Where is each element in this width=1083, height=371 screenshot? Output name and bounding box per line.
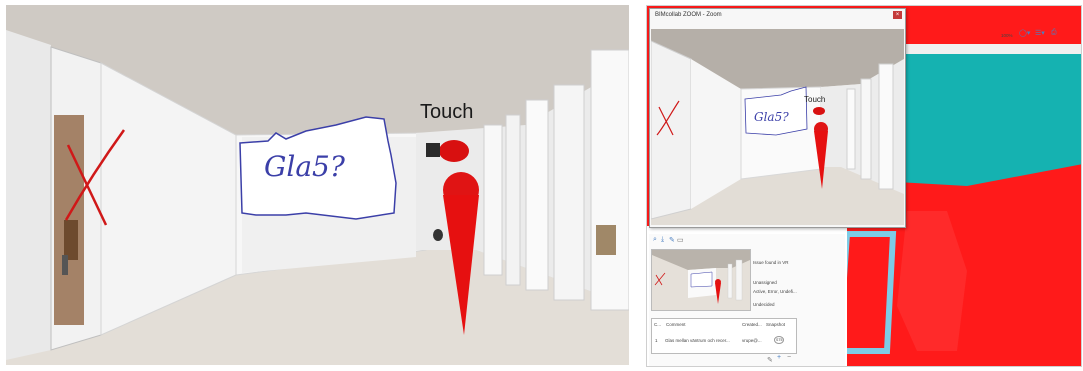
comments-table: C... Comment Created... Snapshot 1 Glas … xyxy=(651,318,797,354)
comments-col-comment: Comment xyxy=(666,322,686,327)
issue-status[interactable]: Active, Error, Undefi... xyxy=(753,289,797,294)
print-icon[interactable]: ⎙ xyxy=(1051,29,1057,37)
delete-icon[interactable]: ▭ xyxy=(677,236,684,244)
vr-touch-label: Touch xyxy=(420,101,474,123)
add-icon[interactable]: + xyxy=(777,354,781,361)
zoom-window[interactable]: BIMcollab ZOOM - Zoom × Gla5? Touch xyxy=(649,8,906,228)
download-icon[interactable]: ⤓ xyxy=(661,236,664,244)
comment-row-text[interactable]: Glas mellan väntrum och recer... xyxy=(665,338,730,343)
close-button[interactable]: × xyxy=(893,11,902,19)
whiteboard-text: Gla5? xyxy=(264,150,345,183)
issue-assignee[interactable]: Unassigned xyxy=(753,280,777,285)
svg-text:Gla5?: Gla5? xyxy=(754,110,789,124)
issue-snapshot-thumbnail[interactable] xyxy=(651,249,751,311)
comment-row-index[interactable]: 1 xyxy=(655,338,658,343)
comments-col-index: C... xyxy=(654,322,662,327)
comment-snapshot-badge[interactable]: ST5 xyxy=(774,336,785,344)
issue-decision[interactable]: Undecided xyxy=(753,302,775,307)
comments-col-snapshot: Snapshot xyxy=(766,322,786,327)
comment-row-created[interactable]: vrupe@... xyxy=(742,338,762,343)
comment-icon[interactable]: ✎ xyxy=(669,236,675,244)
zoom-touch-label: Touch xyxy=(804,95,826,104)
zoom-preview: Gla5? xyxy=(651,29,904,225)
circle-dropdown-icon[interactable]: ◯▾ xyxy=(1019,29,1030,37)
zoom-level[interactable]: 100% xyxy=(1001,33,1013,38)
search-icon[interactable]: ⌕ xyxy=(653,236,657,244)
comments-col-created: Created... xyxy=(742,322,762,327)
issue-title[interactable]: Issue found in VR xyxy=(753,260,789,265)
edit-icon[interactable]: ✎ xyxy=(767,356,773,364)
bimcollab-desktop: 100% ◯▾ ☰▾ ⎙ BIMcollab ZOOM - Zoom × Gla… xyxy=(646,5,1082,367)
vr-scene xyxy=(6,5,629,365)
zoom-window-title: BIMcollab ZOOM - Zoom xyxy=(655,12,722,18)
vr-view[interactable]: Touch Gla5? xyxy=(6,5,629,365)
issue-panel: ⌕ ⤓ ✎ ▭ Issue found in VR Unassigned Act… xyxy=(649,234,845,366)
layers-dropdown-icon[interactable]: ☰▾ xyxy=(1035,29,1045,37)
remove-icon[interactable]: − xyxy=(787,354,791,361)
